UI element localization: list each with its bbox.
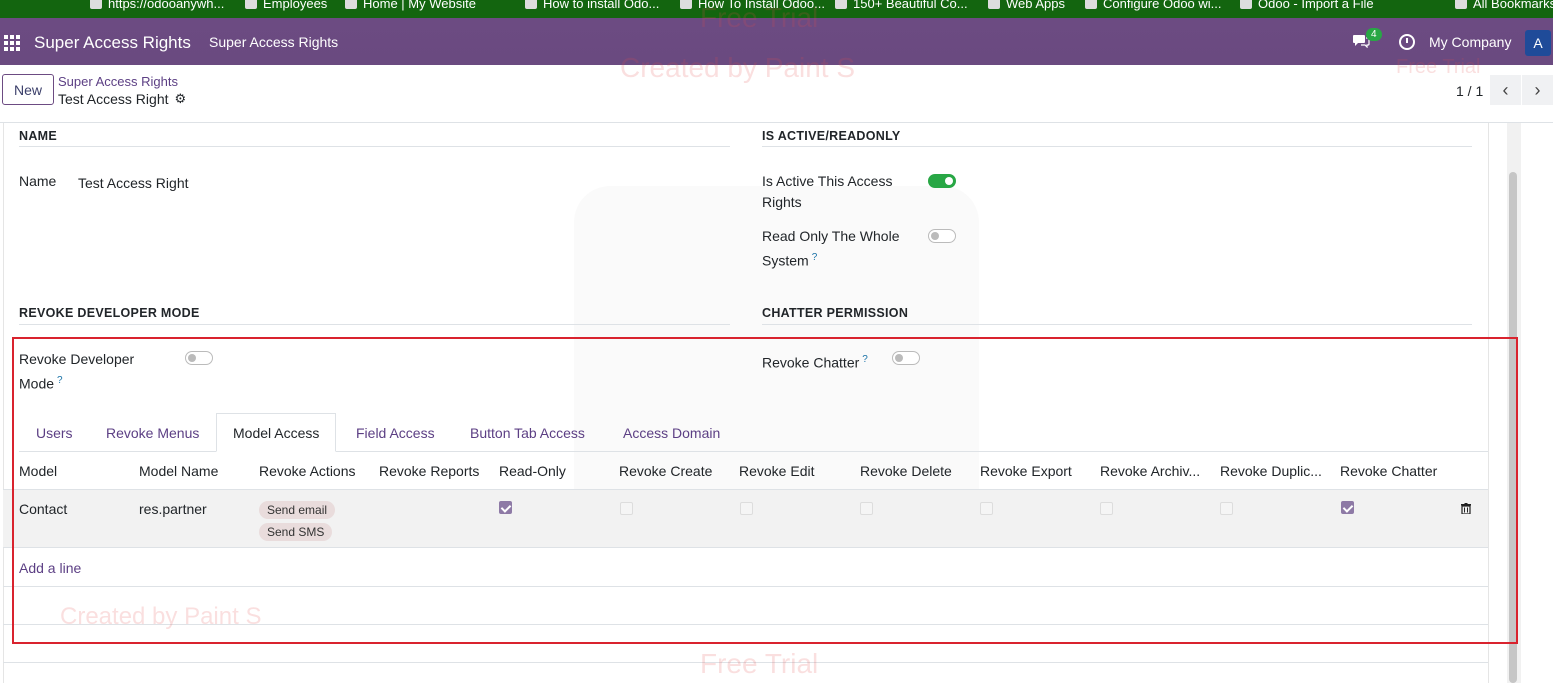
bookmark-item[interactable]: 150+ Beautiful Co... [835,0,968,12]
user-avatar[interactable]: A [1525,30,1551,56]
watermark-text: Free Trial [700,2,819,33]
section-divider [19,146,730,147]
favicon-icon [1085,0,1097,9]
nav-menu-item[interactable]: Super Access Rights [209,34,338,50]
favicon-icon [525,0,537,9]
section-divider [762,324,1472,325]
section-title-chatter: CHATTER PERMISSION [762,306,909,320]
watermark-text: Free Trial [1396,56,1481,78]
apps-grid-icon[interactable] [4,35,21,51]
favicon-icon [680,0,692,9]
favicon-icon [835,0,847,9]
favicon-icon [245,0,257,9]
highlight-rectangle [12,337,1518,644]
section-title-active: IS ACTIVE/READONLY [762,129,901,143]
gear-icon[interactable]: ⚙ [175,91,187,107]
bookmark-item[interactable]: Employees [245,0,327,12]
name-field[interactable]: Test Access Right [78,175,189,191]
section-divider [762,146,1472,147]
message-count-badge: 4 [1366,28,1382,41]
pager-value[interactable]: 1 / 1 [1456,83,1483,99]
favicon-icon [1240,0,1252,9]
section-title-devmode: REVOKE DEVELOPER MODE [19,306,200,320]
watermark-text: Created by Paint S [60,603,262,630]
bookmark-item[interactable]: https://odooanywh... [90,0,224,12]
watermark-text: Free Trial [700,648,819,679]
section-title-name: NAME [19,129,58,143]
pager-previous-button[interactable]: ‹ [1490,75,1521,105]
bookmark-item[interactable]: Odoo - Import a File [1240,0,1374,12]
readonly-toggle[interactable] [928,229,956,243]
pager-next-button[interactable]: › [1522,75,1553,105]
name-label: Name [19,173,57,189]
section-divider [19,324,730,325]
bookmark-item[interactable]: Configure Odoo wi... [1085,0,1222,12]
is-active-label: Is Active This Access Rights [762,173,893,210]
breadcrumb-parent[interactable]: Super Access Rights [58,74,178,89]
app-brand[interactable]: Super Access Rights [34,33,191,53]
watermark-text: Created by Paint S [620,52,856,83]
favicon-icon [90,0,102,9]
favicon-icon [345,0,357,9]
new-button[interactable]: New [2,74,54,105]
folder-icon [1455,0,1467,9]
favicon-icon [988,0,1000,9]
bookmark-item[interactable]: All Bookmarks [1455,0,1553,12]
activity-clock-icon[interactable] [1399,34,1415,50]
bookmark-item[interactable]: Web Apps [988,0,1065,12]
breadcrumb-current: Test Access Right ⚙ [58,91,186,107]
bookmark-item[interactable]: How to install Odo... [525,0,659,12]
readonly-label: Read Only The Whole System? [762,228,900,269]
help-icon[interactable]: ? [812,252,818,263]
record-title: Test Access Right [58,91,169,107]
is-active-toggle[interactable] [928,174,956,188]
bookmark-item[interactable]: Home | My Website [345,0,476,12]
company-switcher[interactable]: My Company [1429,34,1511,50]
chevron-left-icon: ‹ [1502,79,1509,100]
chevron-right-icon: › [1534,79,1541,100]
